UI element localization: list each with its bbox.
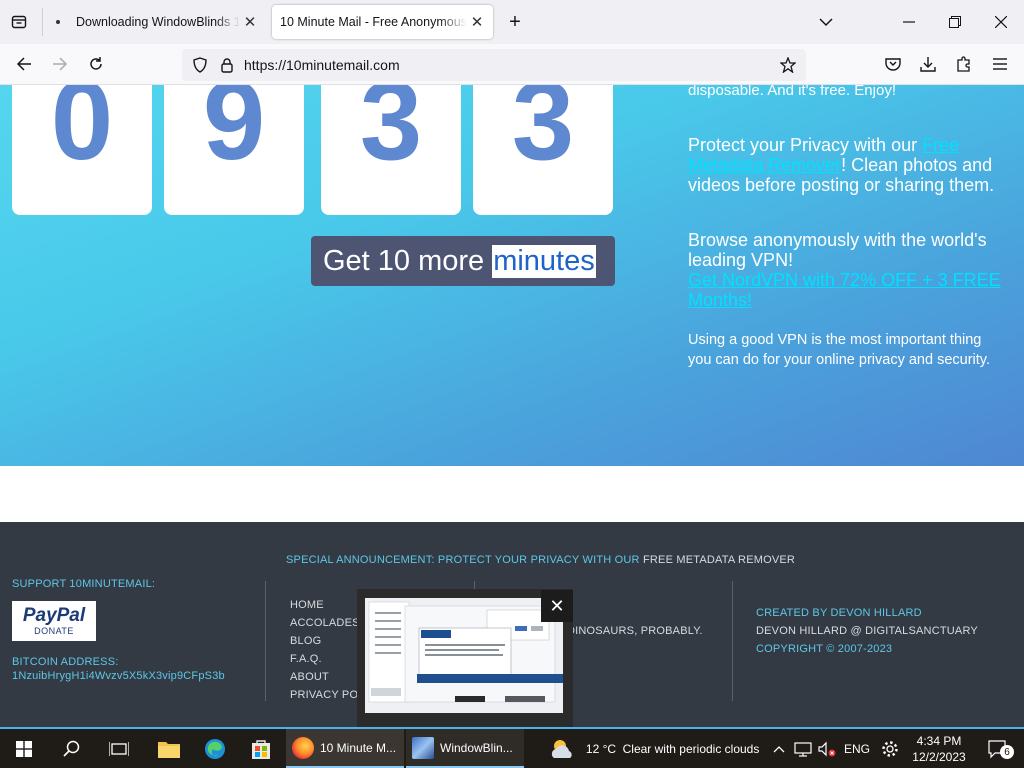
hero-section: 0 9 3 3 Get 10 more minutes disposable. … <box>0 85 1024 466</box>
footer-nav-home[interactable]: HOME <box>290 599 324 611</box>
clock-date: 12/2/2023 <box>912 749 966 764</box>
copyright: COPYRIGHT © 2007-2023 <box>756 643 893 655</box>
tab-10minutemail[interactable]: 10 Minute Mail - Free Anonymous Temporar… <box>272 5 493 39</box>
footer-nav-privacy[interactable]: PRIVACY POL <box>290 689 365 701</box>
vpn-promo: Browse anonymously with the world's lead… <box>688 230 1008 310</box>
notification-count-badge: 6 <box>1000 745 1014 759</box>
windowblinds-icon <box>412 736 434 759</box>
tab-bar: Downloading WindowBlinds 11 ✕ 10 Minute … <box>0 0 1024 44</box>
network-icon[interactable] <box>792 729 814 768</box>
windowblinds-window-preview <box>365 598 563 713</box>
footer-nav-about[interactable]: ABOUT <box>290 671 329 683</box>
devon-link[interactable]: DEVON HILLARD @ DIGITALSANCTUARY <box>756 625 978 637</box>
settings-gear-icon[interactable] <box>878 729 902 768</box>
bookmark-star-icon[interactable] <box>776 53 800 77</box>
new-tab-plus-icon[interactable]: + <box>503 10 527 34</box>
input-language[interactable]: ENG <box>842 729 872 768</box>
close-icon[interactable]: ✕ <box>467 13 487 31</box>
bitcoin-label: BITCOIN ADDRESS: <box>12 656 119 668</box>
windows-taskbar: 10 Minute M... WindowBlin... 12 °C Clear… <box>0 727 1024 768</box>
vpn-note: Using a good VPN is the most important t… <box>688 332 990 368</box>
url-text: https://10minutemail.com <box>244 57 400 73</box>
address-bar[interactable]: https://10minutemail.com <box>182 49 806 81</box>
paypal-donate-button[interactable]: PayPal DONATE <box>12 601 96 641</box>
taskbar-app-windowblinds[interactable]: WindowBlin... <box>406 729 524 768</box>
task-view-icon[interactable] <box>96 729 142 768</box>
back-arrow-icon[interactable] <box>10 50 38 78</box>
reload-icon[interactable] <box>82 50 110 78</box>
volume-muted-icon[interactable] <box>816 729 838 768</box>
timer-digit: 3 <box>473 85 613 215</box>
announcement: SPECIAL ANNOUNCEMENT: PROTECT YOUR PRIVA… <box>286 554 796 566</box>
notification-center-icon[interactable]: 6 <box>978 729 1018 768</box>
firefox-icon <box>292 736 314 759</box>
lock-icon[interactable] <box>216 53 238 77</box>
paypal-logo: PayPal <box>22 605 86 626</box>
loading-dot-icon <box>56 20 60 24</box>
taskbar-app-label: 10 Minute M... <box>320 740 397 755</box>
announcement-link[interactable]: FREE METADATA REMOVER <box>643 554 795 566</box>
hamburger-menu-icon[interactable] <box>986 50 1014 78</box>
clock[interactable]: 4:34 PM 12/2/2023 <box>906 729 972 768</box>
timer-digit: 9 <box>164 85 304 215</box>
vpn-heading: Browse anonymously with the world's lead… <box>688 230 987 270</box>
timer-digit: 3 <box>321 85 461 215</box>
nordvpn-link[interactable]: Get NordVPN with 72% OFF + 3 FREE Months… <box>688 270 1008 310</box>
file-explorer-icon[interactable] <box>146 729 192 768</box>
forward-arrow-icon[interactable] <box>46 50 74 78</box>
support-label: SUPPORT 10MINUTEMAIL: <box>12 578 156 590</box>
tracking-protection-shield-icon[interactable] <box>188 53 212 77</box>
minimize-icon[interactable] <box>895 8 923 36</box>
more-button-highlight: minutes <box>492 244 596 278</box>
weather-temperature[interactable]: 12 °C <box>584 729 618 768</box>
pocket-icon[interactable] <box>879 50 907 78</box>
taskbar-app-firefox[interactable]: 10 Minute M... <box>286 729 404 768</box>
tab-title: Downloading WindowBlinds 11 <box>76 15 240 29</box>
created-by: CREATED BY DEVON HILLARD <box>756 607 922 619</box>
timer-digit: 0 <box>12 85 152 215</box>
show-hidden-icons-chevron-icon[interactable] <box>768 729 790 768</box>
bitcoin-address: 1NzuibHrygH1i4Wvzv5X5kX3vip9CFpS3b <box>12 670 225 682</box>
footer-nav-faq[interactable]: F.A.Q. <box>290 653 322 665</box>
window-close-icon[interactable] <box>987 8 1015 36</box>
disposable-text: disposable. And it's free. Enjoy! <box>688 85 896 99</box>
dinosaurs-text: DINOSAURS, PROBABLY. <box>567 625 703 637</box>
navigation-toolbar: https://10minutemail.com <box>0 44 1024 85</box>
close-icon[interactable]: ✕ <box>240 13 260 31</box>
edge-icon[interactable] <box>192 729 238 768</box>
footer-nav-blog[interactable]: BLOG <box>290 635 321 647</box>
list-all-tabs-chevron-icon[interactable] <box>814 10 838 34</box>
close-icon[interactable]: ✕ <box>541 590 573 622</box>
divider <box>265 581 266 701</box>
windows-start-icon[interactable] <box>0 729 48 768</box>
paypal-donate-label: DONATE <box>34 626 74 636</box>
microsoft-store-icon[interactable] <box>238 729 284 768</box>
tab-overview-icon[interactable] <box>6 10 32 34</box>
get-more-minutes-button[interactable]: Get 10 more minutes <box>311 236 615 286</box>
taskbar-app-label: WindowBlin... <box>440 740 513 755</box>
extensions-puzzle-icon[interactable] <box>950 50 978 78</box>
tab-title: 10 Minute Mail - Free Anonymous Temporar… <box>280 15 467 29</box>
downloads-icon[interactable] <box>914 50 942 78</box>
weather-icon[interactable] <box>546 729 578 768</box>
clock-time: 4:34 PM <box>916 733 962 748</box>
restore-icon[interactable] <box>941 8 969 36</box>
weather-description[interactable]: Clear with periodic clouds <box>620 729 762 768</box>
privacy-promo: Protect your Privacy with our Free Metad… <box>688 135 995 195</box>
tab-windowblinds-download[interactable]: Downloading WindowBlinds 11 ✕ <box>44 5 266 39</box>
more-button-prefix: Get 10 more <box>323 244 485 277</box>
search-icon[interactable] <box>48 729 96 768</box>
footer-nav-accolades[interactable]: ACCOLADES <box>290 617 360 629</box>
divider <box>732 581 733 701</box>
